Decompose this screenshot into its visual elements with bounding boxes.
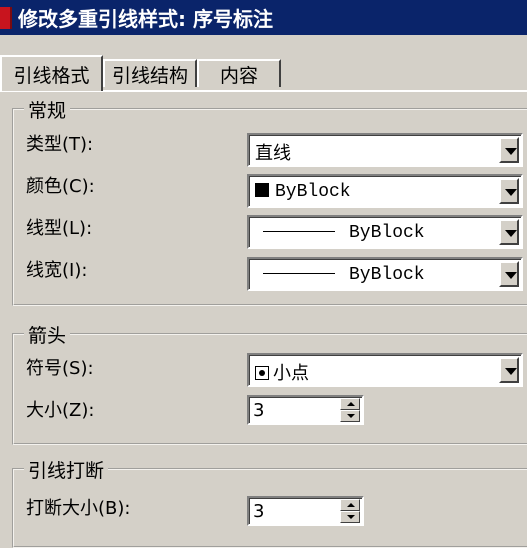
chevron-down-icon[interactable] xyxy=(499,219,519,245)
tab-content[interactable]: 内容 xyxy=(197,59,281,87)
color-value: ByBlock xyxy=(275,182,351,202)
break-size-value: 3 xyxy=(253,501,265,522)
increment-icon[interactable] xyxy=(340,398,360,410)
app-icon xyxy=(0,6,12,29)
linetype-label: 线型(L): xyxy=(26,218,93,239)
window-title: 修改多重引线样式: 序号标注 xyxy=(18,7,273,31)
type-value: 直线 xyxy=(255,143,291,164)
color-select[interactable]: ByBlock xyxy=(247,174,523,208)
size-stepper[interactable]: 3 xyxy=(247,395,364,425)
increment-icon[interactable] xyxy=(340,499,360,511)
linetype-value: ByBlock xyxy=(349,223,425,243)
size-label: 大小(Z): xyxy=(26,400,95,421)
chevron-down-icon[interactable] xyxy=(499,261,519,287)
dot-icon xyxy=(255,366,269,380)
type-label: 类型(T): xyxy=(26,134,94,155)
general-group-title: 常规 xyxy=(24,96,71,123)
size-value: 3 xyxy=(253,400,265,421)
title-bar: 修改多重引线样式: 序号标注 xyxy=(0,0,527,35)
decrement-icon[interactable] xyxy=(340,511,360,523)
symbol-label: 符号(S): xyxy=(26,358,94,379)
arrowhead-group: 箭头 xyxy=(12,321,527,445)
break-size-stepper[interactable]: 3 xyxy=(247,496,364,526)
lineweight-select[interactable]: ByBlock xyxy=(247,257,523,291)
color-label: 颜色(C): xyxy=(26,176,95,197)
line-sample-icon xyxy=(263,273,335,274)
chevron-down-icon[interactable] xyxy=(499,357,519,383)
break-size-label: 打断大小(B): xyxy=(26,498,131,519)
type-select[interactable]: 直线 xyxy=(247,133,523,167)
linetype-select[interactable]: ByBlock xyxy=(247,215,523,249)
lineweight-value: ByBlock xyxy=(349,265,425,285)
lineweight-label: 线宽(I): xyxy=(26,260,88,281)
chevron-down-icon[interactable] xyxy=(499,137,519,163)
tab-leader-format[interactable]: 引线格式 xyxy=(0,55,103,91)
symbol-select[interactable]: 小点 xyxy=(247,353,523,387)
color-swatch-icon xyxy=(255,183,269,197)
symbol-value: 小点 xyxy=(273,363,309,384)
line-sample-icon xyxy=(263,231,335,232)
leader-break-group-title: 引线打断 xyxy=(24,456,109,483)
decrement-icon[interactable] xyxy=(340,410,360,422)
tab-strip: 引线格式 引线结构 内容 xyxy=(0,55,527,91)
chevron-down-icon[interactable] xyxy=(499,178,519,204)
arrowhead-group-title: 箭头 xyxy=(24,321,71,348)
tab-leader-structure[interactable]: 引线结构 xyxy=(103,59,197,87)
